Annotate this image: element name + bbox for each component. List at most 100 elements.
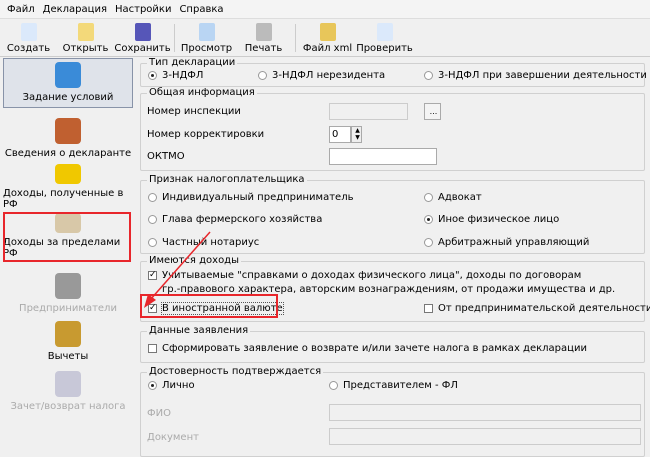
group-title: Общая информация	[147, 87, 257, 98]
general-info-group: Общая информация Номер инспекции ... Ном…	[140, 87, 645, 171]
highlight-box-sidebar	[3, 212, 131, 262]
document-input[interactable]	[329, 428, 641, 445]
toolbar: Создать Открыть Сохранить Просмотр Печать Фай…	[0, 20, 650, 57]
checkbox-icon	[424, 304, 433, 313]
toolbar-label: Просмотр	[180, 43, 233, 54]
radio-lawyer[interactable]: Адвокат	[424, 192, 482, 203]
correction-spinner[interactable]: ▲ ▼	[351, 126, 362, 143]
checkbox-label: От предпринимательской деятельности	[438, 303, 650, 314]
radio-notary[interactable]: Частный нотариус	[148, 237, 259, 248]
new-document-icon	[20, 23, 37, 41]
toolbar-button-0[interactable]: Создать	[0, 20, 57, 56]
radio-icon	[148, 381, 157, 390]
radio-icon	[424, 71, 433, 80]
fio-input[interactable]	[329, 404, 641, 421]
toolbar-button-1[interactable]: Открыть	[57, 20, 114, 56]
toolbar-separator	[174, 24, 175, 52]
radio-icon	[148, 193, 157, 202]
toolbar-button-5[interactable]: Файл xml	[299, 20, 356, 56]
checkbox-label: Сформировать заявление о возврате и/или …	[162, 343, 587, 354]
radio-label: Арбитражный управляющий	[438, 237, 590, 248]
sidebar-item-label: Доходы, полученные в РФ	[3, 188, 124, 210]
radio-icon	[424, 238, 433, 247]
sidebar-item-5[interactable]: Вычеты	[3, 316, 133, 366]
radio-label: Адвокат	[438, 192, 482, 203]
toolbar-separator	[295, 24, 296, 52]
xml-file-icon	[319, 23, 336, 41]
sidebar-item-label: Сведения о декларанте	[4, 148, 132, 159]
menu-declaration[interactable]: Декларация	[43, 4, 107, 15]
menu-help[interactable]: Справка	[179, 4, 223, 15]
toolbar-label: Сохранить	[114, 43, 171, 54]
coins-icon	[55, 164, 81, 184]
sidebar-item-label: Задание условий	[22, 92, 114, 103]
group-title: Достоверность подтверждается	[147, 366, 324, 377]
radio-label: Лично	[162, 380, 195, 391]
toolbar-label: Файл xml	[302, 43, 353, 54]
toolbar-button-2[interactable]: Сохранить	[114, 20, 171, 56]
toolbar-label: Проверить	[356, 43, 413, 54]
radio-3ndfl[interactable]: 3-НДФЛ	[148, 70, 203, 81]
radio-representative[interactable]: Представителем - ФЛ	[329, 380, 458, 391]
browse-button[interactable]: ...	[424, 103, 441, 120]
entrepreneurs-icon	[55, 273, 81, 299]
sidebar-item-label: Зачет/возврат налога	[10, 401, 126, 412]
radio-icon	[148, 71, 157, 80]
refund-icon	[55, 371, 81, 397]
correction-input[interactable]: 0	[329, 126, 351, 143]
oktmo-label: ОКТМО	[147, 151, 185, 162]
sidebar-item-4[interactable]: Предприниматели	[3, 268, 133, 318]
toolbar-label: Печать	[244, 43, 283, 54]
sidebar-item-label: Вычеты	[47, 351, 89, 362]
group-title: Имеются доходы	[147, 255, 241, 266]
fio-label: ФИО	[147, 408, 171, 419]
inspection-label: Номер инспекции	[147, 106, 241, 117]
toolbar-button-3[interactable]: Просмотр	[178, 20, 235, 56]
checkbox-icon: ✓	[148, 270, 157, 280]
declaration-type-group: Тип декларации 3-НДФЛ 3-НДФЛ нерезидента…	[140, 57, 650, 87]
correction-label: Номер корректировки	[147, 129, 265, 140]
checkbox-business-income[interactable]: От предпринимательской деятельности	[424, 303, 650, 314]
radio-label: Иное физическое лицо	[438, 214, 560, 225]
menu-settings[interactable]: Настройки	[115, 4, 171, 15]
sidebar-item-label: Предприниматели	[19, 303, 117, 314]
menu-bar: Файл Декларация Настройки Справка	[0, 0, 650, 19]
radio-arbitration-manager[interactable]: Арбитражный управляющий	[424, 237, 589, 248]
checkbox-form-application[interactable]: Сформировать заявление о возврате и/или …	[148, 343, 587, 354]
highlight-box-checkbox	[140, 294, 278, 318]
taxpayer-group: Признак налогоплательщика Индивидуальный…	[140, 174, 645, 254]
radio-farm-head[interactable]: Глава фермерского хозяйства	[148, 214, 322, 225]
toolbar-button-4[interactable]: Печать	[235, 20, 292, 56]
radio-icon	[424, 193, 433, 202]
radio-other-person[interactable]: Иное физическое лицо	[424, 214, 559, 225]
radio-icon	[258, 71, 267, 80]
radio-label: Индивидуальный предприниматель	[162, 192, 354, 203]
sidebar-item-0[interactable]: Задание условий	[3, 58, 133, 108]
menu-file[interactable]: Файл	[7, 4, 35, 15]
save-icon	[134, 23, 151, 41]
sidebar-item-2[interactable]: Доходы, полученные в РФ	[3, 164, 133, 214]
radio-label: Глава фермерского хозяйства	[162, 214, 323, 225]
checkbox-reports-income[interactable]: ✓ Учитываемые "справками о доходах физиче…	[148, 270, 581, 281]
group-title: Признак налогоплательщика	[147, 174, 307, 185]
radio-label: 3-НДФЛ нерезидента	[272, 70, 386, 81]
radio-icon	[329, 381, 338, 390]
radio-icon	[148, 238, 157, 247]
radio-individual-entrepreneur[interactable]: Индивидуальный предприниматель	[148, 192, 354, 203]
checkbox-label: Учитываемые "справками о доходах физичес…	[162, 270, 582, 281]
sidebar-item-1[interactable]: Сведения о декларанте	[3, 113, 133, 163]
sidebar-item-6[interactable]: Зачет/возврат налога	[3, 366, 133, 416]
radio-3ndfl-ip-end[interactable]: 3-НДФЛ при завершении деятельности ИП	[424, 70, 650, 81]
radio-personally[interactable]: Лично	[148, 380, 195, 391]
declarant-icon	[55, 118, 81, 144]
radio-icon	[148, 215, 157, 224]
radio-icon	[424, 215, 433, 224]
radio-3ndfl-nonresident[interactable]: 3-НДФЛ нерезидента	[258, 70, 385, 81]
application-group: Данные заявления Сформировать заявление …	[140, 325, 645, 363]
inspection-input[interactable]	[329, 103, 408, 120]
oktmo-input[interactable]	[329, 148, 437, 165]
toolbar-label: Создать	[6, 43, 51, 54]
group-title: Данные заявления	[147, 325, 251, 336]
toolbar-button-6[interactable]: Проверить	[356, 20, 413, 56]
document-label: Документ	[147, 432, 199, 443]
